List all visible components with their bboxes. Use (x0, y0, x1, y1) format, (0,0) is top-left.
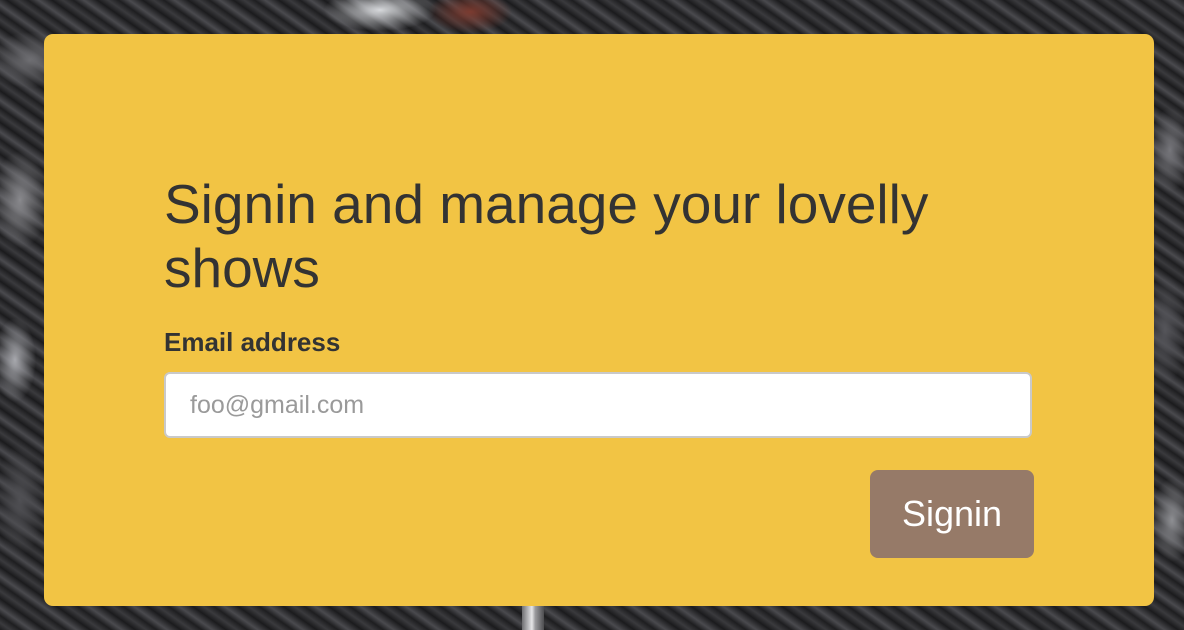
email-field[interactable] (164, 372, 1032, 438)
signin-heading: Signin and manage your lovelly shows (164, 173, 929, 299)
signin-button[interactable]: Signin (870, 470, 1034, 558)
signin-card: Signin and manage your lovelly shows Ema… (44, 34, 1154, 606)
email-label: Email address (164, 327, 341, 357)
